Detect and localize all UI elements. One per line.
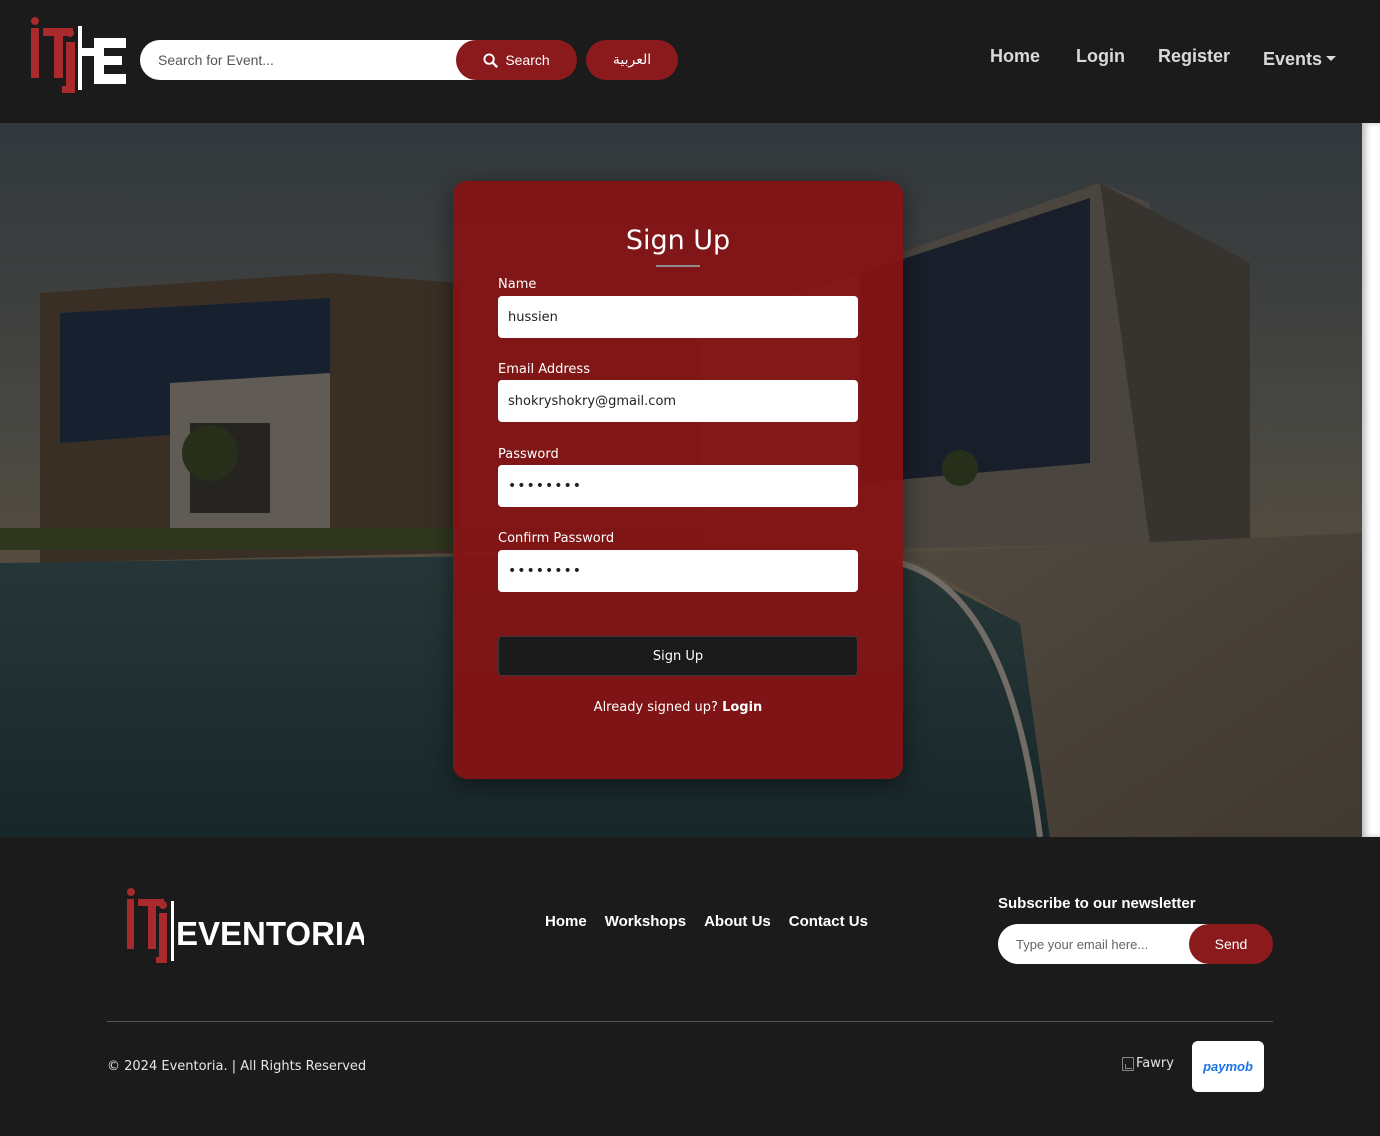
search-button-label: Search xyxy=(505,52,550,68)
site-header: Search العربية Home Login Register Event… xyxy=(0,0,1380,123)
search-input[interactable] xyxy=(140,40,480,80)
fawry-payment-image: Fawry xyxy=(1122,1056,1174,1071)
signup-submit-button[interactable]: Sign Up xyxy=(498,636,858,676)
nav-login[interactable]: Login xyxy=(1076,46,1125,72)
email-field[interactable] xyxy=(498,380,858,422)
footer-link-contact[interactable]: Contact Us xyxy=(789,913,868,930)
fawry-alt-text: Fawry xyxy=(1136,1056,1174,1071)
search-button[interactable]: Search xyxy=(456,40,577,80)
search-icon xyxy=(483,52,499,68)
footer-link-workshops[interactable]: Workshops xyxy=(605,913,686,930)
nav-home[interactable]: Home xyxy=(990,46,1040,72)
password-label: Password xyxy=(498,447,559,462)
nav-register[interactable]: Register xyxy=(1158,46,1230,72)
broken-image-icon xyxy=(1122,1056,1134,1071)
nav-events-dropdown[interactable]: Events xyxy=(1263,46,1337,72)
name-field[interactable] xyxy=(498,296,858,338)
eventoria-logo[interactable]: EVENTORIA xyxy=(124,887,364,967)
email-label: Email Address xyxy=(498,362,590,377)
paymob-logo: paymob xyxy=(1192,1041,1264,1092)
footer-divider xyxy=(107,1021,1273,1022)
page-edge-strip xyxy=(1362,123,1380,837)
confirm-password-label: Confirm Password xyxy=(498,531,615,546)
confirm-password-field[interactable] xyxy=(498,550,858,592)
newsletter-send-button[interactable]: Send xyxy=(1189,924,1273,964)
footer-links: Home Workshops About Us Contact Us xyxy=(545,913,868,930)
signup-title: Sign Up xyxy=(625,225,731,256)
copyright-text: © 2024 Eventoria. | All Rights Reserved xyxy=(107,1059,367,1074)
already-signed-up-label: Already signed up? xyxy=(593,700,718,715)
name-label: Name xyxy=(498,277,537,292)
footer-link-home[interactable]: Home xyxy=(545,913,587,930)
caret-down-icon xyxy=(1326,55,1337,61)
newsletter-title: Subscribe to our newsletter xyxy=(998,895,1196,912)
language-toggle-button[interactable]: العربية xyxy=(586,40,678,80)
title-underline xyxy=(656,265,700,267)
login-link[interactable]: Login xyxy=(722,700,762,715)
signup-card: Sign Up Name Email Address Password Conf… xyxy=(453,181,903,779)
nav-events-label: Events xyxy=(1263,48,1323,69)
iti-logo[interactable] xyxy=(26,16,130,100)
footer-brand-text: EVENTORIA xyxy=(176,915,364,952)
site-footer: EVENTORIA Home Workshops About Us Contac… xyxy=(0,837,1380,1136)
search-bar: Search xyxy=(140,40,577,80)
footer-link-about[interactable]: About Us xyxy=(704,913,771,930)
already-signed-up-text: Already signed up? Login xyxy=(453,700,903,715)
password-field[interactable] xyxy=(498,465,858,507)
